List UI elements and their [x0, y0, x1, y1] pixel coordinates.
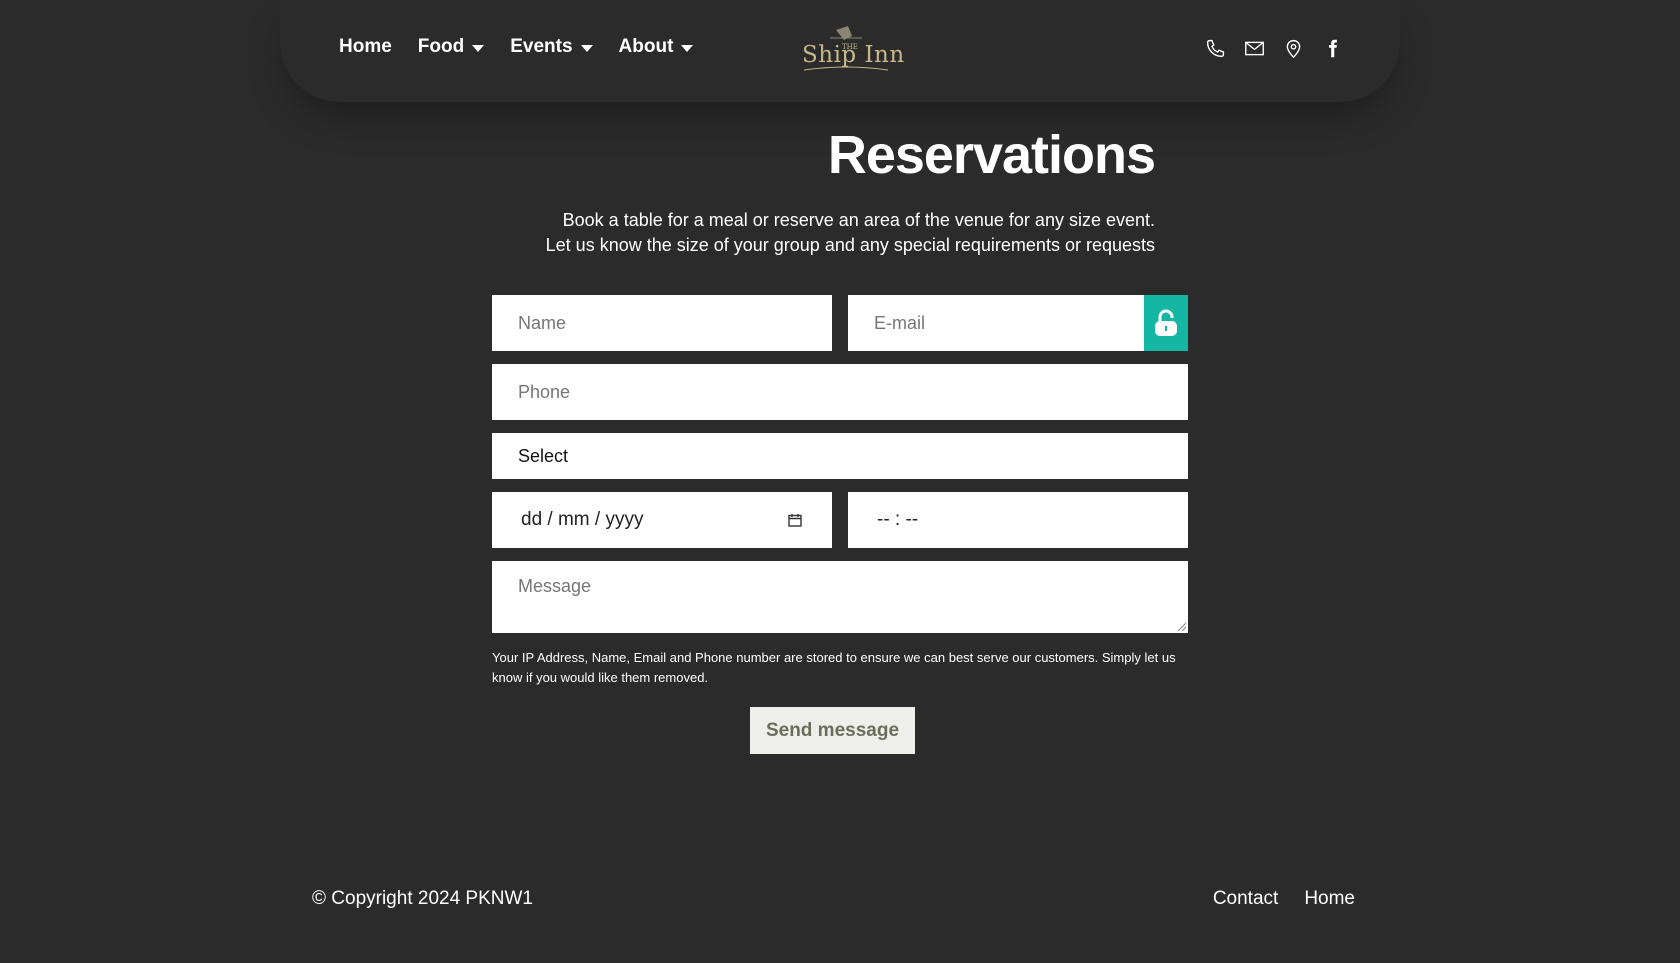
send-message-label: Send message: [765, 719, 900, 741]
nav-home[interactable]: Home: [339, 36, 392, 58]
message-placeholder: Message: [518, 576, 592, 596]
nav-events[interactable]: Events: [510, 36, 593, 58]
caret-down-icon: [472, 44, 485, 52]
nav-about-label: About: [618, 36, 674, 57]
name-input[interactable]: Name: [492, 295, 832, 351]
caret-down-icon: [681, 44, 694, 52]
copyright: © Copyright 2024 PKNW1: [312, 888, 533, 909]
phone-icon[interactable]: [1205, 38, 1226, 59]
footer-link-home[interactable]: Home: [1304, 888, 1355, 910]
booking-type-select[interactable]: Select: [492, 433, 1188, 479]
facebook-icon[interactable]: [1322, 38, 1343, 59]
date-placeholder: dd / mm / yyyy: [521, 509, 644, 530]
nav-home-label: Home: [339, 36, 392, 57]
caret-down-icon: [580, 44, 593, 52]
footer-links: Contact Home: [1213, 888, 1355, 910]
name-placeholder: Name: [518, 313, 567, 333]
nav-food[interactable]: Food: [417, 36, 485, 58]
nav-food-label: Food: [417, 36, 465, 57]
time-placeholder: -- : --: [877, 509, 919, 530]
lock-icon: [1155, 309, 1177, 336]
privacy-note: Your IP Address, Name, Email and Phone n…: [492, 650, 1176, 685]
phone-input[interactable]: Phone: [492, 364, 1188, 420]
phone-placeholder: Phone: [518, 382, 571, 402]
main-nav: Home Food Events About: [339, 36, 694, 58]
select-value: Select: [518, 446, 569, 466]
mail-icon[interactable]: [1244, 38, 1265, 59]
email-lock-button[interactable]: [1144, 295, 1188, 351]
site-logo[interactable]: THE Ship Inn: [800, 24, 904, 76]
email-placeholder: E-mail: [874, 313, 926, 333]
email-input[interactable]: E-mail: [848, 295, 1144, 351]
footer-link-contact[interactable]: Contact: [1213, 888, 1278, 910]
map-pin-icon[interactable]: [1283, 38, 1304, 59]
page-intro: Book a table for a meal or reserve an ar…: [546, 208, 1155, 258]
intro-line-2: Let us know the size of your group and a…: [545, 235, 1155, 255]
page-title: Reservations: [827, 125, 1156, 185]
date-input[interactable]: dd / mm / yyyy: [492, 492, 832, 548]
resize-handle-icon[interactable]: [1176, 621, 1186, 631]
message-textarea[interactable]: Message: [492, 561, 1188, 633]
send-message-button[interactable]: Send message: [750, 707, 915, 754]
time-input[interactable]: -- : --: [848, 492, 1188, 548]
intro-line-1: Book a table for a meal or reserve an ar…: [562, 210, 1155, 230]
logo-text: Ship Inn: [802, 42, 905, 68]
calendar-icon[interactable]: [788, 513, 802, 527]
nav-events-label: Events: [510, 36, 573, 57]
header-icons: [1205, 38, 1343, 59]
nav-about[interactable]: About: [619, 36, 694, 58]
